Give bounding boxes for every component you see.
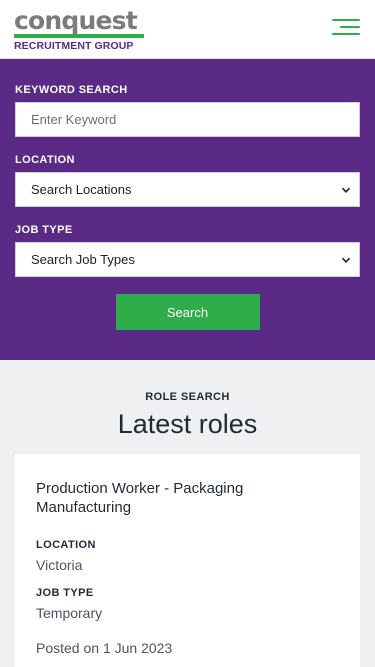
- location-select[interactable]: Search Locations: [15, 172, 360, 207]
- menu-line: [332, 33, 360, 35]
- logo-subtitle: RECRUITMENT GROUP: [14, 40, 134, 52]
- menu-line: [340, 26, 360, 28]
- conquest-logo[interactable]: conquest RECRUITMENT GROUP: [14, 6, 154, 52]
- jobtype-label: JOB TYPE: [15, 224, 73, 236]
- jobtype-select[interactable]: Search Job Types: [15, 242, 360, 277]
- keyword-field[interactable]: [15, 102, 360, 137]
- chevron-down-icon: [341, 187, 351, 193]
- logo-wordmark: conquest: [14, 6, 138, 35]
- hamburger-menu-icon[interactable]: [332, 19, 360, 39]
- job-search-panel: KEYWORD SEARCH LOCATION Search Locations…: [0, 59, 375, 360]
- role-location-label: LOCATION: [36, 539, 96, 551]
- role-posted-date: Posted on 1 Jun 2023: [36, 640, 173, 656]
- chevron-down-icon: [341, 257, 351, 263]
- role-search-kicker: ROLE SEARCH: [145, 391, 230, 403]
- latest-roles-heading: Latest roles: [117, 409, 258, 439]
- search-button[interactable]: Search: [115, 294, 260, 330]
- site-header: conquest RECRUITMENT GROUP: [0, 0, 375, 59]
- role-jobtype-label: JOB TYPE: [36, 587, 94, 599]
- role-jobtype: Temporary: [36, 605, 103, 621]
- location-label: LOCATION: [15, 154, 75, 166]
- role-location: Victoria: [36, 557, 83, 573]
- keyword-input[interactable]: [31, 112, 351, 127]
- latest-roles-section: ROLE SEARCH Latest roles Production Work…: [0, 360, 375, 667]
- menu-line: [332, 19, 360, 21]
- location-select-value: Search Locations: [31, 182, 132, 197]
- jobtype-select-value: Search Job Types: [31, 252, 135, 267]
- role-title[interactable]: Production Worker - Packaging Manufactur…: [36, 479, 339, 517]
- role-card[interactable]: Production Worker - Packaging Manufactur…: [15, 454, 360, 667]
- keyword-label: KEYWORD SEARCH: [15, 84, 128, 96]
